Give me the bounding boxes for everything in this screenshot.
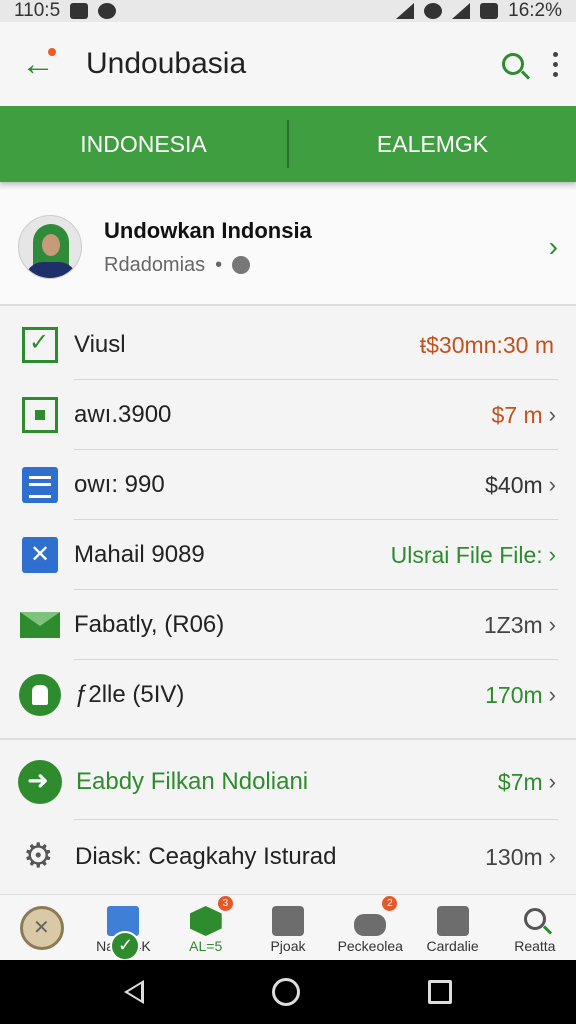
globe-icon (232, 256, 251, 274)
arrow-circle-icon (18, 760, 62, 804)
tab-indonesia[interactable]: INDONESIA (0, 106, 287, 182)
nav-box[interactable]: Pjoak (247, 894, 329, 960)
chevron-right-icon: › (548, 472, 556, 497)
system-recents-button[interactable] (428, 980, 452, 1004)
list-item-value: 130m (485, 843, 543, 870)
mail-icon (20, 612, 60, 638)
list-item-value: $7 m (491, 401, 543, 428)
list-item-label: owı: 990 (74, 471, 165, 498)
badge: 3 (217, 896, 233, 911)
badge: 2 (382, 896, 398, 911)
nav-label: AL=5 (189, 938, 223, 954)
list-item[interactable]: ƒ2lle (5IV) 170m › (0, 660, 576, 730)
bottom-navigation: Naab 4K 3 AL=5 Pjoak 2 Peckeolea Cardali… (0, 894, 576, 961)
checkbox-icon (22, 327, 58, 363)
search-icon (502, 53, 524, 75)
profile-subtitle: Rdadomias (104, 253, 206, 276)
status-time: 110:5 (14, 0, 61, 21)
check-badge-icon (110, 931, 140, 961)
list-item[interactable]: Viusl ŧ$30mn:30 m (0, 310, 576, 380)
chevron-right-icon: › (548, 542, 556, 567)
list-item-label: Mahail 9089 (74, 541, 205, 568)
system-back-button[interactable] (124, 980, 144, 1004)
list-item-label: ƒ2lle (5IV) (75, 681, 185, 708)
close-box-icon (22, 537, 58, 573)
nav-stack[interactable]: 2 Peckeolea (329, 894, 411, 960)
chevron-right-icon: › (548, 769, 556, 794)
list-item-label: Eabdy Filkan Ndoliani (76, 768, 309, 795)
nav-compass[interactable] (0, 894, 82, 960)
list-item-label: Diask: Ceagkahy Isturad (75, 843, 337, 870)
box-icon (271, 906, 304, 936)
nav-chart[interactable]: Cardalie (411, 894, 493, 960)
system-navigation-bar (0, 960, 576, 1024)
battery-icon (480, 3, 499, 19)
list-item-value: 1Z3m (483, 611, 543, 638)
more-options-button[interactable] (553, 51, 558, 77)
list-item-value: Ulsrai File File: (390, 541, 543, 568)
list-item-value: 170m (485, 681, 543, 708)
nav-label: Reatta (514, 938, 556, 954)
tab-bar: INDONESIA EALEMGK (0, 106, 576, 182)
nav-label: Peckeolea (337, 938, 403, 954)
list-item-value: $40m (485, 471, 543, 498)
wifi-icon (452, 3, 471, 19)
list-item-value: $7m (497, 768, 543, 795)
battery-level: 16:2% (508, 0, 562, 21)
chevron-right-icon: › (548, 402, 556, 427)
notification-icon (98, 3, 117, 19)
app-bar: ← Undoubasia (0, 22, 576, 106)
list-item-label: Fabatly, (R06) (74, 611, 225, 638)
page-title: Undoubasia (86, 47, 247, 80)
hexagon-icon (189, 906, 222, 936)
nav-search[interactable]: Reatta (494, 894, 576, 960)
list-item[interactable]: Diask: Ceagkahy Isturad 130m › (0, 822, 576, 892)
list-item-label: Viusl (74, 331, 126, 358)
signal-icon (396, 3, 415, 19)
search-button[interactable] (491, 42, 535, 86)
list-item-label: awı.3900 (74, 401, 172, 428)
profile-name: Undowkan Indonsia (104, 217, 312, 243)
tab-second[interactable]: EALEMGK (289, 106, 576, 182)
list-item[interactable]: Fabatly, (R06) 1Z3m › (0, 590, 576, 660)
square-icon (22, 397, 58, 433)
chart-icon (436, 906, 469, 936)
section-divider (0, 738, 576, 740)
nav-label: Pjoak (270, 938, 306, 954)
back-button[interactable]: ← (18, 44, 58, 84)
nav-hexagon[interactable]: 3 AL=5 (165, 894, 247, 960)
document-icon (22, 467, 58, 503)
profile-card[interactable]: Undowkan Indonsia Rdadomias • › (0, 190, 576, 306)
compass-icon (20, 906, 64, 950)
list-item[interactable]: owı: 990 $40m › (0, 450, 576, 520)
gear-icon (23, 836, 57, 876)
list-item-value: ŧ$30mn:30 m (419, 331, 554, 358)
avatar (18, 215, 82, 279)
chevron-right-icon: › (548, 612, 556, 637)
list-item[interactable]: Eabdy Filkan Ndoliani $7m › (0, 744, 576, 820)
chevron-right-icon: › (548, 231, 558, 262)
chef-hat-icon (19, 674, 61, 716)
chevron-right-icon: › (548, 682, 556, 707)
alarm-icon (424, 3, 443, 19)
notification-dot (48, 48, 56, 56)
more-vert-icon (553, 51, 558, 57)
status-bar: 110:5 16:2% (0, 0, 576, 22)
nav-label: Cardalie (426, 938, 479, 954)
system-home-button[interactable] (272, 978, 300, 1006)
stack-icon (354, 914, 387, 936)
separator-dot: • (215, 253, 223, 276)
chevron-right-icon: › (548, 844, 556, 869)
list-item[interactable]: Mahail 9089 Ulsrai File File: › (0, 520, 576, 590)
search-icon (519, 906, 551, 936)
image-icon (70, 3, 89, 19)
list-item[interactable]: awı.3900 $7 m › (0, 380, 576, 450)
